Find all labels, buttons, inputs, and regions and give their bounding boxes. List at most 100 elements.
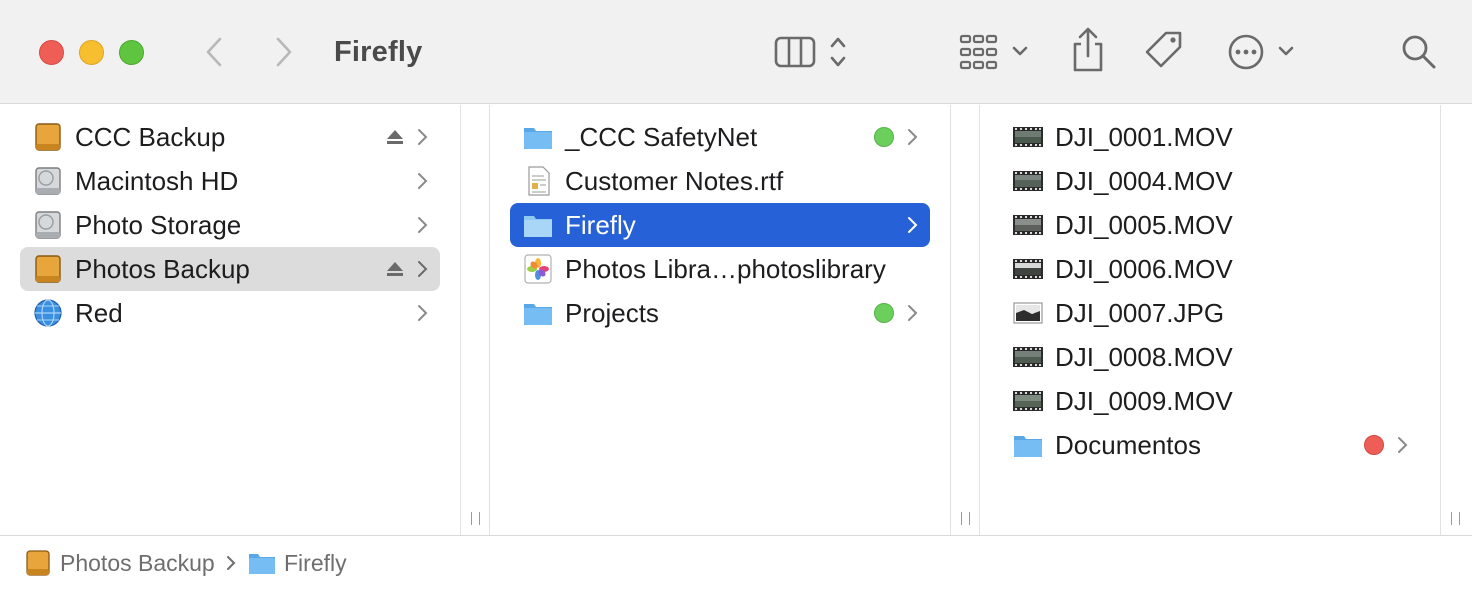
item-label: Photos Backup bbox=[75, 254, 250, 284]
item-label: Photo Storage bbox=[75, 210, 242, 240]
item-label: Projects bbox=[565, 298, 659, 328]
resize-grip-icon bbox=[471, 512, 480, 525]
list-item-photo-storage[interactable]: Photo Storage bbox=[20, 203, 440, 247]
list-item-dji-0007[interactable]: DJI_0007.JPG bbox=[1000, 291, 1420, 335]
list-item-documentos[interactable]: Documentos bbox=[1000, 423, 1420, 467]
eject-icon[interactable] bbox=[386, 261, 404, 277]
video-thumbnail-icon bbox=[1013, 391, 1043, 411]
toolbar: Firefly bbox=[0, 0, 1472, 104]
photos-library-icon bbox=[524, 254, 552, 284]
minimize-window-button[interactable] bbox=[79, 40, 104, 65]
green-tag-icon bbox=[874, 127, 894, 147]
chevron-right-icon bbox=[418, 129, 428, 145]
folder-icon bbox=[524, 128, 552, 149]
chevron-right-icon bbox=[418, 217, 428, 233]
item-label: DJI_0008.MOV bbox=[1055, 342, 1233, 372]
image-thumbnail-icon bbox=[1013, 302, 1043, 324]
list-item-photos-backup[interactable]: Photos Backup bbox=[20, 247, 440, 291]
more-actions-button[interactable] bbox=[1226, 30, 1300, 74]
item-label: DJI_0006.MOV bbox=[1055, 254, 1233, 284]
path-bar: Photos Backup Firefly bbox=[0, 535, 1472, 590]
list-item-customer-notes[interactable]: Customer Notes.rtf bbox=[510, 159, 930, 203]
green-tag-icon bbox=[874, 303, 894, 323]
chevron-right-icon bbox=[418, 261, 428, 277]
list-item-firefly[interactable]: Firefly bbox=[510, 203, 930, 247]
path-crumb-photos-backup[interactable]: Photos Backup bbox=[24, 549, 215, 577]
red-tag-icon bbox=[1364, 435, 1384, 455]
forward-chevron-icon bbox=[276, 37, 292, 67]
item-label: DJI_0009.MOV bbox=[1055, 386, 1233, 416]
column-resize-handle[interactable] bbox=[460, 105, 490, 535]
more-ellipsis-icon bbox=[1228, 34, 1294, 70]
list-item-photos-library[interactable]: Photos Libra…photoslibrary bbox=[510, 247, 930, 291]
list-item-dji-0006[interactable]: DJI_0006.MOV bbox=[1000, 247, 1420, 291]
list-item-ccc-safetynet[interactable]: _CCC SafetyNet bbox=[510, 115, 930, 159]
video-thumbnail-icon bbox=[1013, 259, 1043, 279]
photos-backup-column: _CCC SafetyNet Customer Notes.rtf Firefl… bbox=[490, 105, 950, 535]
list-item-dji-0004[interactable]: DJI_0004.MOV bbox=[1000, 159, 1420, 203]
back-button[interactable] bbox=[196, 34, 232, 70]
internal-drive-icon bbox=[35, 211, 61, 239]
path-crumb-firefly[interactable]: Firefly bbox=[248, 549, 347, 577]
search-button[interactable] bbox=[1398, 30, 1440, 74]
crumb-label: Photos Backup bbox=[60, 549, 215, 576]
chevron-right-icon bbox=[1398, 437, 1408, 453]
chevron-right-icon bbox=[908, 305, 918, 321]
share-icon bbox=[1073, 27, 1103, 72]
list-item-red[interactable]: Red bbox=[20, 291, 440, 335]
list-item-dji-0009[interactable]: DJI_0009.MOV bbox=[1000, 379, 1420, 423]
internal-drive-icon bbox=[35, 167, 61, 195]
column-resize-handle[interactable] bbox=[950, 105, 980, 535]
group-button[interactable] bbox=[956, 30, 1034, 74]
external-drive-icon bbox=[26, 550, 50, 576]
list-item-dji-0001[interactable]: DJI_0001.MOV bbox=[1000, 115, 1420, 159]
network-globe-icon bbox=[34, 299, 62, 327]
item-label: CCC Backup bbox=[75, 122, 226, 152]
list-item-projects[interactable]: Projects bbox=[510, 291, 930, 335]
column-browser: CCC Backup Macintosh HD Photo Storage Ph… bbox=[0, 105, 1472, 535]
item-label: Documentos bbox=[1055, 430, 1201, 460]
tag-icon bbox=[1145, 31, 1182, 68]
item-label: Firefly bbox=[565, 210, 636, 240]
tag-button[interactable] bbox=[1142, 28, 1186, 74]
resize-grip-icon bbox=[961, 512, 970, 525]
view-mode-button[interactable] bbox=[772, 30, 854, 74]
chevron-right-icon bbox=[418, 173, 428, 189]
list-item-dji-0005[interactable]: DJI_0005.MOV bbox=[1000, 203, 1420, 247]
close-window-button[interactable] bbox=[39, 40, 64, 65]
video-thumbnail-icon bbox=[1013, 215, 1043, 235]
chevron-right-icon bbox=[908, 129, 918, 145]
item-label: DJI_0007.JPG bbox=[1055, 298, 1225, 328]
folder-icon bbox=[524, 304, 552, 325]
folder-icon bbox=[249, 554, 275, 574]
volumes-column: CCC Backup Macintosh HD Photo Storage Ph… bbox=[0, 105, 460, 535]
column-resize-handle[interactable] bbox=[1440, 105, 1472, 535]
crumb-label: Firefly bbox=[284, 549, 347, 576]
list-item-dji-0008[interactable]: DJI_0008.MOV bbox=[1000, 335, 1420, 379]
search-icon bbox=[1402, 35, 1436, 69]
resize-grip-icon bbox=[1451, 512, 1460, 525]
group-grid-icon bbox=[959, 34, 1028, 70]
video-thumbnail-icon bbox=[1013, 127, 1043, 147]
external-drive-icon bbox=[35, 255, 61, 283]
rtf-document-icon bbox=[528, 166, 550, 196]
item-label: Macintosh HD bbox=[75, 166, 239, 196]
list-item-ccc-backup[interactable]: CCC Backup bbox=[20, 115, 440, 159]
item-label: Photos Libra…photoslibrary bbox=[565, 254, 886, 284]
back-chevron-icon bbox=[206, 37, 222, 67]
firefly-column: DJI_0001.MOV DJI_0004.MOV DJI_0005.MOV D… bbox=[980, 105, 1440, 535]
chevron-right-icon bbox=[418, 305, 428, 321]
external-drive-icon bbox=[35, 123, 61, 151]
item-label: DJI_0004.MOV bbox=[1055, 166, 1233, 196]
eject-icon[interactable] bbox=[386, 129, 404, 145]
video-thumbnail-icon bbox=[1013, 171, 1043, 191]
folder-icon bbox=[1014, 436, 1042, 457]
item-label: Red bbox=[75, 298, 123, 328]
list-item-macintosh-hd[interactable]: Macintosh HD bbox=[20, 159, 440, 203]
zoom-window-button[interactable] bbox=[119, 40, 144, 65]
forward-button[interactable] bbox=[266, 34, 302, 70]
column-view-icon bbox=[774, 36, 846, 68]
item-label: DJI_0001.MOV bbox=[1055, 122, 1233, 152]
share-button[interactable] bbox=[1068, 26, 1108, 74]
chevron-right-icon bbox=[908, 217, 918, 233]
